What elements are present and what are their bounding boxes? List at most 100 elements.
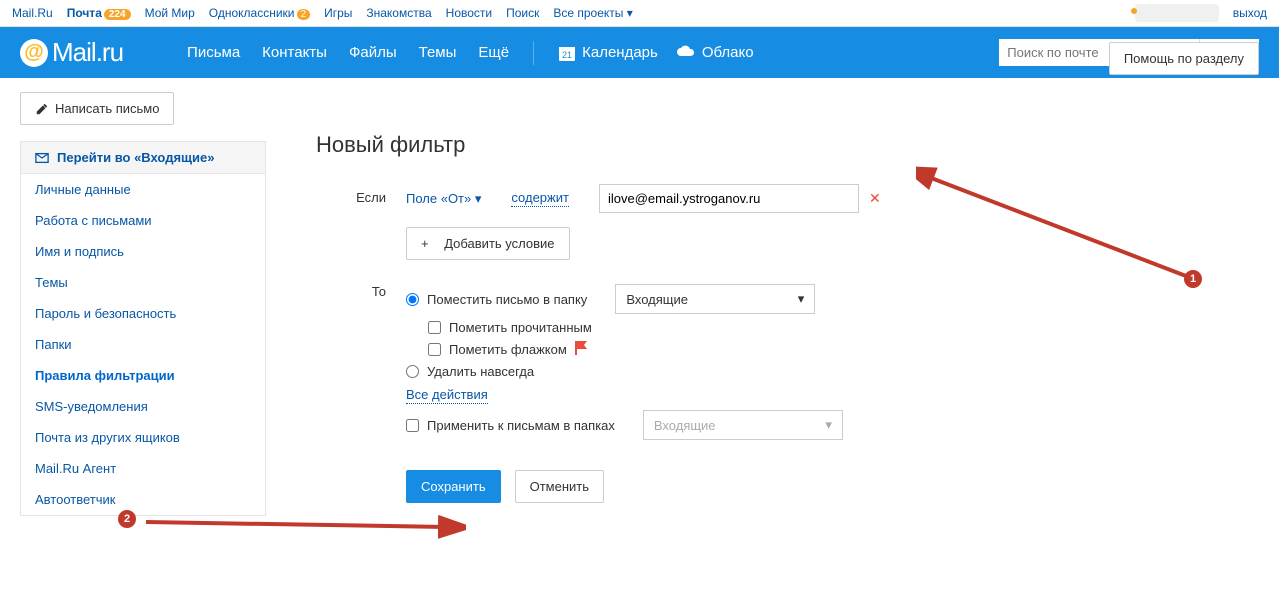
add-condition-button[interactable]: + Добавить условие bbox=[406, 227, 570, 260]
sidemenu-signature[interactable]: Имя и подпись bbox=[21, 236, 265, 267]
portal-link-news[interactable]: Новости bbox=[446, 6, 492, 20]
portal-link-mail[interactable]: Почта224 bbox=[67, 6, 131, 20]
nav-more[interactable]: Ещё bbox=[478, 44, 509, 61]
chevron-down-icon: ▾ bbox=[825, 417, 832, 433]
portal-link-allprojects[interactable]: Все проекты ▾ bbox=[553, 6, 632, 20]
calendar-icon: 21 bbox=[558, 44, 576, 62]
delete-forever-radio[interactable] bbox=[406, 365, 419, 378]
then-label: То bbox=[316, 278, 406, 299]
apply-folders-checkbox[interactable] bbox=[406, 419, 419, 432]
label: Пометить флажком bbox=[449, 342, 567, 357]
label: Поместить письмо в папку bbox=[427, 292, 587, 307]
label: Применить к письмам в папках bbox=[427, 418, 615, 433]
unread-badge: 224 bbox=[104, 9, 131, 20]
flag-icon bbox=[575, 341, 587, 358]
notif-badge: 2 bbox=[297, 9, 311, 20]
sidemenu-letterwork[interactable]: Работа с письмами bbox=[21, 205, 265, 236]
mark-read-checkbox[interactable] bbox=[428, 321, 441, 334]
page-title: Новый фильтр bbox=[286, 108, 1259, 184]
nav-letters[interactable]: Письма bbox=[187, 44, 240, 61]
header-divider bbox=[533, 41, 534, 65]
settings-sidemenu: Перейти во «Входящие» Личные данные Рабо… bbox=[20, 141, 266, 516]
chevron-down-icon: ▾ bbox=[798, 291, 805, 307]
label: Поле «От» bbox=[406, 191, 471, 206]
label: Входящие bbox=[654, 418, 716, 433]
header-nav: Письма Контакты Файлы Темы Ещё bbox=[187, 44, 509, 61]
logout-link[interactable]: выход bbox=[1233, 6, 1267, 20]
nav-themes[interactable]: Темы bbox=[419, 44, 457, 61]
label: Написать письмо bbox=[55, 101, 159, 116]
sidemenu-personal[interactable]: Личные данные bbox=[21, 174, 265, 205]
delete-forever-row: Удалить навсегда bbox=[406, 364, 1229, 379]
label: Добавить условие bbox=[444, 236, 554, 251]
user-account-pill[interactable] bbox=[1135, 4, 1218, 22]
help-button[interactable]: Помощь по разделу bbox=[1109, 42, 1259, 75]
move-folder-radio[interactable] bbox=[406, 293, 419, 306]
nav-files[interactable]: Файлы bbox=[349, 44, 397, 61]
cloud-link[interactable]: Облако bbox=[676, 44, 754, 62]
move-to-folder-row: Поместить письмо в папку Входящие ▾ bbox=[406, 284, 1229, 314]
apply-to-folders-row: Применить к письмам в папках Входящие ▾ bbox=[406, 410, 1229, 440]
svg-text:21: 21 bbox=[562, 50, 572, 60]
portal-link-dating[interactable]: Знакомства bbox=[366, 6, 431, 20]
sidemenu-folders[interactable]: Папки bbox=[21, 329, 265, 360]
envelope-icon bbox=[35, 151, 49, 165]
portal-link-mailru[interactable]: Mail.Ru bbox=[12, 6, 53, 20]
sidemenu-filters[interactable]: Правила фильтрации bbox=[21, 360, 265, 391]
at-icon: @ bbox=[20, 39, 48, 67]
portal-right: выход bbox=[1135, 4, 1267, 22]
mark-flag-checkbox[interactable] bbox=[428, 343, 441, 356]
save-button[interactable]: Сохранить bbox=[406, 470, 501, 503]
apply-folder-dropdown[interactable]: Входящие ▾ bbox=[643, 410, 843, 440]
sidemenu-security[interactable]: Пароль и безопасность bbox=[21, 298, 265, 329]
header-extras: 21 Календарь Облако bbox=[558, 44, 753, 62]
calendar-link[interactable]: 21 Календарь bbox=[558, 44, 658, 62]
condition-operator[interactable]: содержит bbox=[511, 190, 569, 207]
sidemenu-themes[interactable]: Темы bbox=[21, 267, 265, 298]
sidemenu-sms[interactable]: SMS-уведомления bbox=[21, 391, 265, 422]
compose-icon bbox=[35, 102, 49, 116]
caret-down-icon: ▾ bbox=[627, 6, 633, 20]
portal-links-left: Mail.Ru Почта224 Мой Мир Одноклассники2 … bbox=[12, 6, 633, 20]
condition-line: Поле «От» ▾ содержит ✕ bbox=[406, 184, 1229, 213]
all-actions-link[interactable]: Все действия bbox=[406, 387, 488, 404]
label: Календарь bbox=[582, 44, 658, 61]
label: Почта bbox=[67, 6, 102, 20]
compose-button[interactable]: Написать письмо bbox=[20, 92, 174, 125]
label: Пометить прочитанным bbox=[449, 320, 592, 335]
cancel-button[interactable]: Отменить bbox=[515, 470, 604, 503]
sidemenu-agent[interactable]: Mail.Ru Агент bbox=[21, 453, 265, 484]
condition-value-input[interactable] bbox=[599, 184, 859, 213]
mailru-logo[interactable]: @ mail.ru bbox=[20, 37, 123, 68]
remove-condition-button[interactable]: ✕ bbox=[869, 190, 881, 207]
label: Одноклассники bbox=[209, 6, 295, 20]
field-from-selector[interactable]: Поле «От» ▾ bbox=[406, 191, 481, 207]
cloud-icon bbox=[676, 44, 696, 62]
main-header: @ mail.ru Письма Контакты Файлы Темы Ещё… bbox=[0, 27, 1279, 78]
label: Все проекты bbox=[553, 6, 623, 20]
label: Перейти во «Входящие» bbox=[57, 150, 214, 165]
main-panel: Помощь по разделу Новый фильтр Если Поле… bbox=[286, 92, 1259, 551]
form-actions: Сохранить Отменить bbox=[406, 470, 1229, 503]
portal-link-mymir[interactable]: Мой Мир bbox=[145, 6, 195, 20]
content-area: Написать письмо Перейти во «Входящие» Ли… bbox=[0, 78, 1279, 565]
portal-link-games[interactable]: Игры bbox=[324, 6, 352, 20]
sidemenu-autoreply[interactable]: Автоответчик bbox=[21, 484, 265, 515]
logo-text: mail.ru bbox=[52, 37, 123, 68]
portal-link-search[interactable]: Поиск bbox=[506, 6, 539, 20]
mark-flag-row: Пометить флажком bbox=[428, 341, 1229, 358]
label: Облако bbox=[702, 44, 754, 61]
portal-link-ok[interactable]: Одноклассники2 bbox=[209, 6, 310, 20]
sidemenu-othermail[interactable]: Почта из других ящиков bbox=[21, 422, 265, 453]
filter-form: Если Поле «От» ▾ содержит ✕ + Добавить у… bbox=[286, 184, 1259, 551]
folder-dropdown[interactable]: Входящие ▾ bbox=[615, 284, 815, 314]
label: Удалить навсегда bbox=[427, 364, 534, 379]
left-toolbar: Написать письмо bbox=[20, 92, 266, 125]
label: Входящие bbox=[626, 292, 688, 307]
mark-read-row: Пометить прочитанным bbox=[428, 320, 1229, 335]
sidemenu-inbox[interactable]: Перейти во «Входящие» bbox=[21, 142, 265, 174]
nav-contacts[interactable]: Контакты bbox=[262, 44, 327, 61]
if-label: Если bbox=[316, 184, 406, 205]
chevron-down-icon: ▾ bbox=[475, 191, 482, 206]
top-portal-bar: Mail.Ru Почта224 Мой Мир Одноклассники2 … bbox=[0, 0, 1279, 27]
